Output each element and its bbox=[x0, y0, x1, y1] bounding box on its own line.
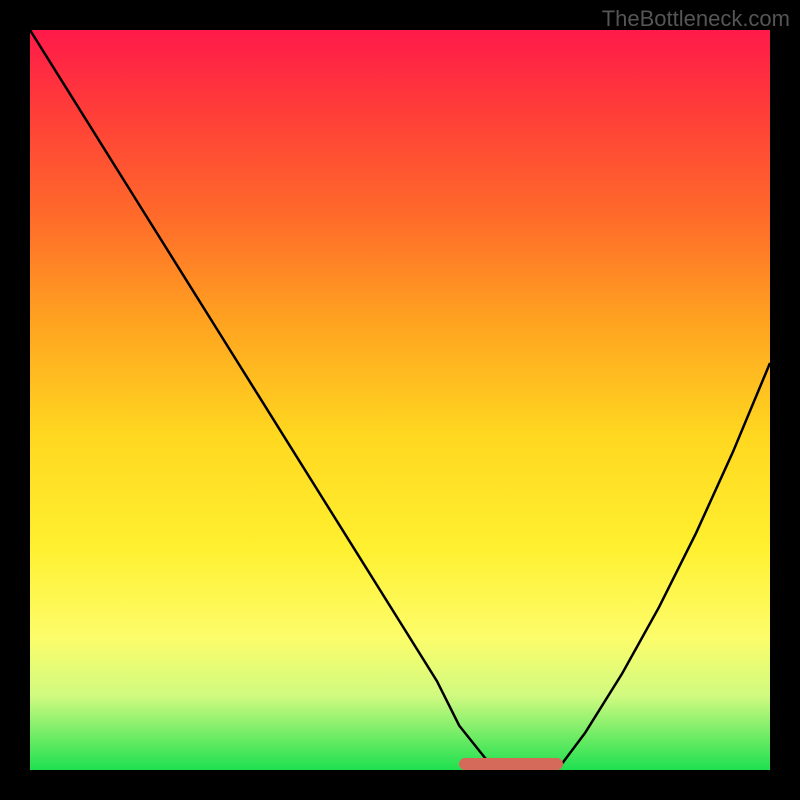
plot-area bbox=[30, 30, 770, 770]
curve-svg bbox=[30, 30, 770, 770]
bottleneck-curve-path bbox=[30, 30, 770, 770]
valley-marker bbox=[459, 758, 563, 770]
chart-frame: TheBottleneck.com bbox=[0, 0, 800, 800]
watermark-text: TheBottleneck.com bbox=[602, 6, 790, 32]
